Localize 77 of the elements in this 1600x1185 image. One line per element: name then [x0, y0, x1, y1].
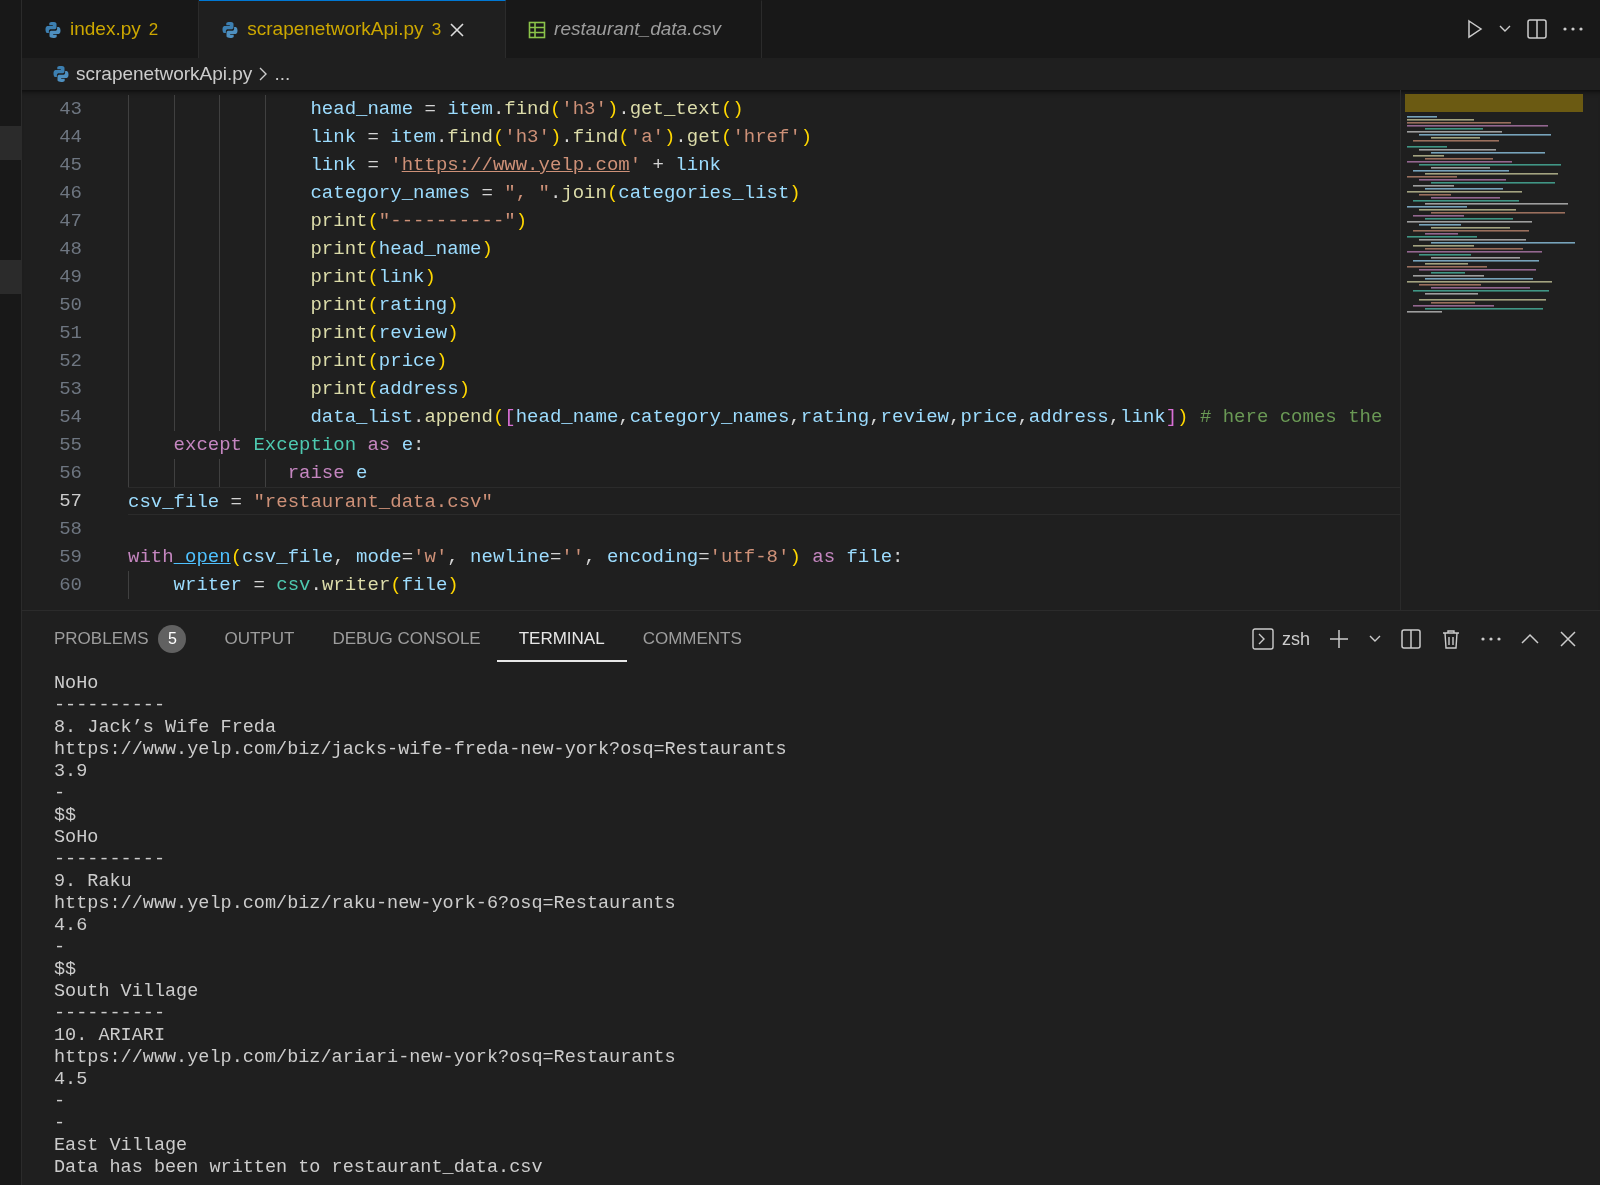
line-number: 57	[58, 488, 83, 514]
line-number: 56	[58, 460, 83, 486]
code-line: category_names = ", ".join(categories_list)	[309, 182, 801, 204]
trash-icon[interactable]	[1440, 628, 1462, 650]
terminal-line: https://www.yelp.com/biz/raku-new-york-6?osq=Restaurants	[54, 893, 676, 915]
editor-tab[interactable]: scrapenetworkApi.py 3	[199, 0, 507, 58]
terminal-line: -	[54, 1091, 66, 1113]
line-number: 55	[58, 432, 83, 458]
terminal-line: East Village	[54, 1135, 188, 1157]
line-number: 46	[58, 180, 83, 206]
line-number: 45	[58, 152, 83, 178]
count-badge: 5	[158, 624, 187, 653]
terminal-line: South Village	[54, 981, 199, 1003]
line-number: 58	[58, 516, 83, 542]
code-line: print(address)	[309, 378, 471, 400]
line-number: 49	[58, 264, 83, 290]
breadcrumb-item[interactable]: scrapenetworkApi.py	[76, 59, 253, 89]
terminal-line: 10. ARIARI	[54, 1025, 166, 1047]
terminal-line: ----------	[54, 849, 166, 871]
terminal-line: ----------	[54, 695, 166, 717]
terminal-line: -	[54, 1113, 66, 1135]
python-icon	[44, 20, 62, 39]
code-line: link = item.find('h3').find('a').get('href')	[309, 126, 813, 148]
terminal-shell-button[interactable]: zsh	[1252, 625, 1310, 653]
line-number: 43	[58, 96, 83, 122]
code-line: print(price)	[309, 350, 448, 372]
line-number: 47	[58, 208, 83, 234]
split-panel-icon[interactable]	[1400, 628, 1422, 650]
terminal-line: NoHo	[54, 673, 99, 695]
code-line: raise e	[286, 462, 368, 484]
terminal-line: -	[54, 937, 66, 959]
terminal-line: 9. Raku	[54, 871, 132, 893]
code-line: except Exception as e:	[172, 434, 425, 456]
terminal-line: SoHo	[54, 827, 99, 849]
code-line: link = 'https://www.yelp.com' + link	[309, 154, 721, 176]
terminal-line: Data has been written to restaurant_data.csv	[54, 1157, 543, 1179]
line-number: 44	[58, 124, 83, 150]
code-line: writer = csv.writer(file)	[172, 574, 459, 596]
chevron-right-icon	[258, 66, 269, 82]
code-line: print(head_name)	[309, 238, 493, 260]
plus-icon[interactable]	[1328, 628, 1350, 650]
line-number: 53	[58, 376, 83, 402]
terminal-line: 8. Jack’s Wife Freda	[54, 717, 277, 739]
split-editor-icon[interactable]	[1526, 18, 1548, 40]
code-line: print(link)	[309, 266, 436, 288]
terminal-line: ----------	[54, 1003, 166, 1025]
panel-tab[interactable]: TERMINAL	[496, 615, 627, 663]
breadcrumb-item[interactable]: ...	[274, 59, 291, 89]
terminal-icon	[1252, 628, 1274, 650]
terminal-line: $$	[54, 959, 77, 981]
terminal-line: -	[54, 783, 66, 805]
terminal-line: 3.9	[54, 761, 88, 783]
line-number: 52	[58, 348, 83, 374]
close-icon	[449, 21, 466, 38]
line-number: 59	[58, 544, 83, 570]
close-icon[interactable]	[1558, 629, 1578, 649]
code-line: print(review)	[309, 322, 459, 344]
code-line: csv_file = "restaurant_data.csv"	[128, 491, 493, 513]
code-line: print("----------")	[309, 210, 528, 232]
code-line: with open(csv_file, mode='w', newline='', encoding='utf-8') as file:	[128, 546, 904, 568]
terminal-line: https://www.yelp.com/biz/ariari-new-york?osq=Restaurants	[54, 1047, 676, 1069]
code-line: print(rating)	[309, 294, 459, 316]
line-number: 48	[58, 236, 83, 262]
code-line: data_list.append([head_name,category_names,rating,review,price,address,link]) # here comes the	[309, 406, 1383, 428]
table-icon	[528, 20, 547, 39]
line-number: 54	[58, 404, 83, 430]
line-number: 60	[58, 572, 83, 598]
terminal-line: https://www.yelp.com/biz/jacks-wife-freda-new-york?osq=Restaurants	[54, 739, 787, 761]
close-button[interactable]	[449, 21, 466, 38]
python-icon	[52, 65, 70, 83]
line-number: 50	[58, 292, 83, 318]
terminal-line: 4.5	[54, 1069, 88, 1091]
python-icon	[221, 20, 240, 39]
terminal-line: 4.6	[54, 915, 88, 937]
code-line: head_name = item.find('h3').get_text()	[309, 98, 744, 120]
line-number: 51	[58, 320, 83, 346]
terminal-line: $$	[54, 805, 77, 827]
